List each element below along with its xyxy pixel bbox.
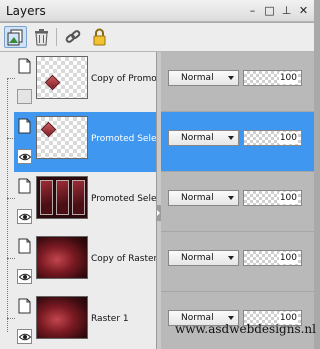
eye-icon bbox=[19, 213, 31, 221]
blend-mode-dropdown[interactable]: Normal bbox=[168, 70, 239, 86]
layer-controls-row: Normal 100 bbox=[161, 112, 314, 172]
thumbnail-panel bbox=[56, 180, 69, 215]
layer-controls-row: Normal 100 bbox=[161, 292, 314, 349]
layers-toolbar bbox=[0, 23, 314, 52]
layer-view-icon bbox=[7, 29, 23, 46]
thumbnail-panel bbox=[72, 180, 85, 215]
layer-row[interactable]: Promoted Selection bbox=[14, 172, 156, 232]
layer-thumbnail bbox=[36, 176, 88, 219]
visibility-toggle[interactable] bbox=[17, 329, 32, 344]
close-button[interactable]: ✕ bbox=[296, 3, 311, 18]
layer-controls-row: Normal 100 bbox=[161, 232, 314, 292]
opacity-value: 100 bbox=[278, 72, 298, 84]
layer-type-icon bbox=[18, 178, 31, 194]
blend-mode-dropdown[interactable]: Normal bbox=[168, 190, 239, 206]
chevron-down-icon bbox=[228, 316, 234, 320]
layer-row[interactable]: Copy of Raster 1 bbox=[14, 232, 156, 292]
layer-thumbnail bbox=[36, 296, 88, 339]
layer-name: Promoted Selection bbox=[91, 134, 156, 144]
layer-thumbnail bbox=[36, 116, 88, 159]
watermark-text: www.asdwebdesigns.nl bbox=[175, 322, 316, 336]
delete-layer-button[interactable] bbox=[30, 26, 53, 48]
layer-thumbnail bbox=[36, 236, 88, 279]
visibility-toggle[interactable] bbox=[17, 89, 32, 104]
tree-branch bbox=[7, 198, 15, 199]
layer-name: Promoted Selection bbox=[91, 194, 156, 204]
tree-branch bbox=[7, 318, 15, 319]
link-layers-button[interactable] bbox=[62, 26, 85, 48]
chevron-down-icon bbox=[228, 76, 234, 80]
delete-icon bbox=[35, 29, 48, 46]
layer-controls-row: Normal 100 bbox=[161, 172, 314, 232]
opacity-slider[interactable]: 100 bbox=[243, 70, 302, 86]
opacity-slider[interactable]: 100 bbox=[243, 130, 302, 146]
opacity-slider[interactable]: 100 bbox=[243, 250, 302, 266]
layer-type-icon bbox=[18, 58, 31, 74]
visibility-toggle[interactable] bbox=[17, 269, 32, 284]
pin-button[interactable]: ⊥ bbox=[279, 3, 294, 18]
layer-row[interactable]: Promoted Selection bbox=[14, 112, 156, 172]
layer-row[interactable]: Copy of Promoted Selection bbox=[14, 52, 156, 112]
blend-mode-value: Normal bbox=[181, 193, 214, 203]
eye-icon bbox=[19, 153, 31, 161]
opacity-value: 100 bbox=[278, 132, 298, 144]
layer-list: Copy of Promoted Selection Promoted Sele… bbox=[0, 52, 156, 349]
maximize-button[interactable]: □ bbox=[262, 3, 277, 18]
lock-layer-button[interactable] bbox=[88, 26, 111, 48]
layer-controls-row: Normal 100 bbox=[161, 52, 314, 112]
chevron-down-icon bbox=[228, 136, 234, 140]
lock-icon bbox=[93, 28, 106, 46]
layer-properties: Normal 100 Normal 100 Normal 100 Normal 100 Norm… bbox=[161, 52, 314, 349]
layer-thumbnail bbox=[36, 56, 88, 99]
chevron-down-icon bbox=[228, 196, 234, 200]
thumbnail-diamond bbox=[44, 74, 61, 91]
tree-branch bbox=[7, 258, 15, 259]
chevron-down-icon bbox=[228, 256, 234, 260]
layer-name: Copy of Raster 1 bbox=[91, 254, 156, 264]
opacity-value: 100 bbox=[278, 252, 298, 264]
opacity-value: 100 bbox=[278, 192, 298, 204]
blend-mode-value: Normal bbox=[181, 133, 214, 143]
blend-mode-dropdown[interactable]: Normal bbox=[168, 250, 239, 266]
layer-name: Raster 1 bbox=[91, 314, 129, 324]
tree-branch bbox=[7, 78, 15, 79]
panel-title: Layers bbox=[6, 4, 46, 18]
eye-icon bbox=[19, 273, 31, 281]
toolbar-divider bbox=[56, 28, 57, 46]
tree-branch bbox=[7, 138, 15, 139]
visibility-toggle[interactable] bbox=[17, 149, 32, 164]
layer-type-icon bbox=[18, 238, 31, 254]
minimize-button[interactable]: – bbox=[245, 3, 260, 18]
layer-row[interactable]: Raster 1 bbox=[14, 292, 156, 349]
blend-mode-value: Normal bbox=[181, 253, 214, 263]
thumbnail-diamond bbox=[40, 121, 57, 138]
thumbnail-panel bbox=[40, 180, 53, 215]
blend-mode-value: Normal bbox=[181, 73, 214, 83]
layer-name: Copy of Promoted Selection bbox=[91, 74, 156, 84]
panel-titlebar: Layers – □ ⊥ ✕ bbox=[0, 0, 314, 22]
visibility-toggle[interactable] bbox=[17, 209, 32, 224]
layer-type-icon bbox=[18, 298, 31, 314]
layer-type-icon bbox=[18, 118, 31, 134]
opacity-slider[interactable]: 100 bbox=[243, 190, 302, 206]
link-icon bbox=[65, 30, 81, 43]
tree-connector bbox=[7, 78, 8, 332]
eye-icon bbox=[19, 333, 31, 341]
layer-view-button[interactable] bbox=[4, 26, 27, 48]
blend-mode-dropdown[interactable]: Normal bbox=[168, 130, 239, 146]
